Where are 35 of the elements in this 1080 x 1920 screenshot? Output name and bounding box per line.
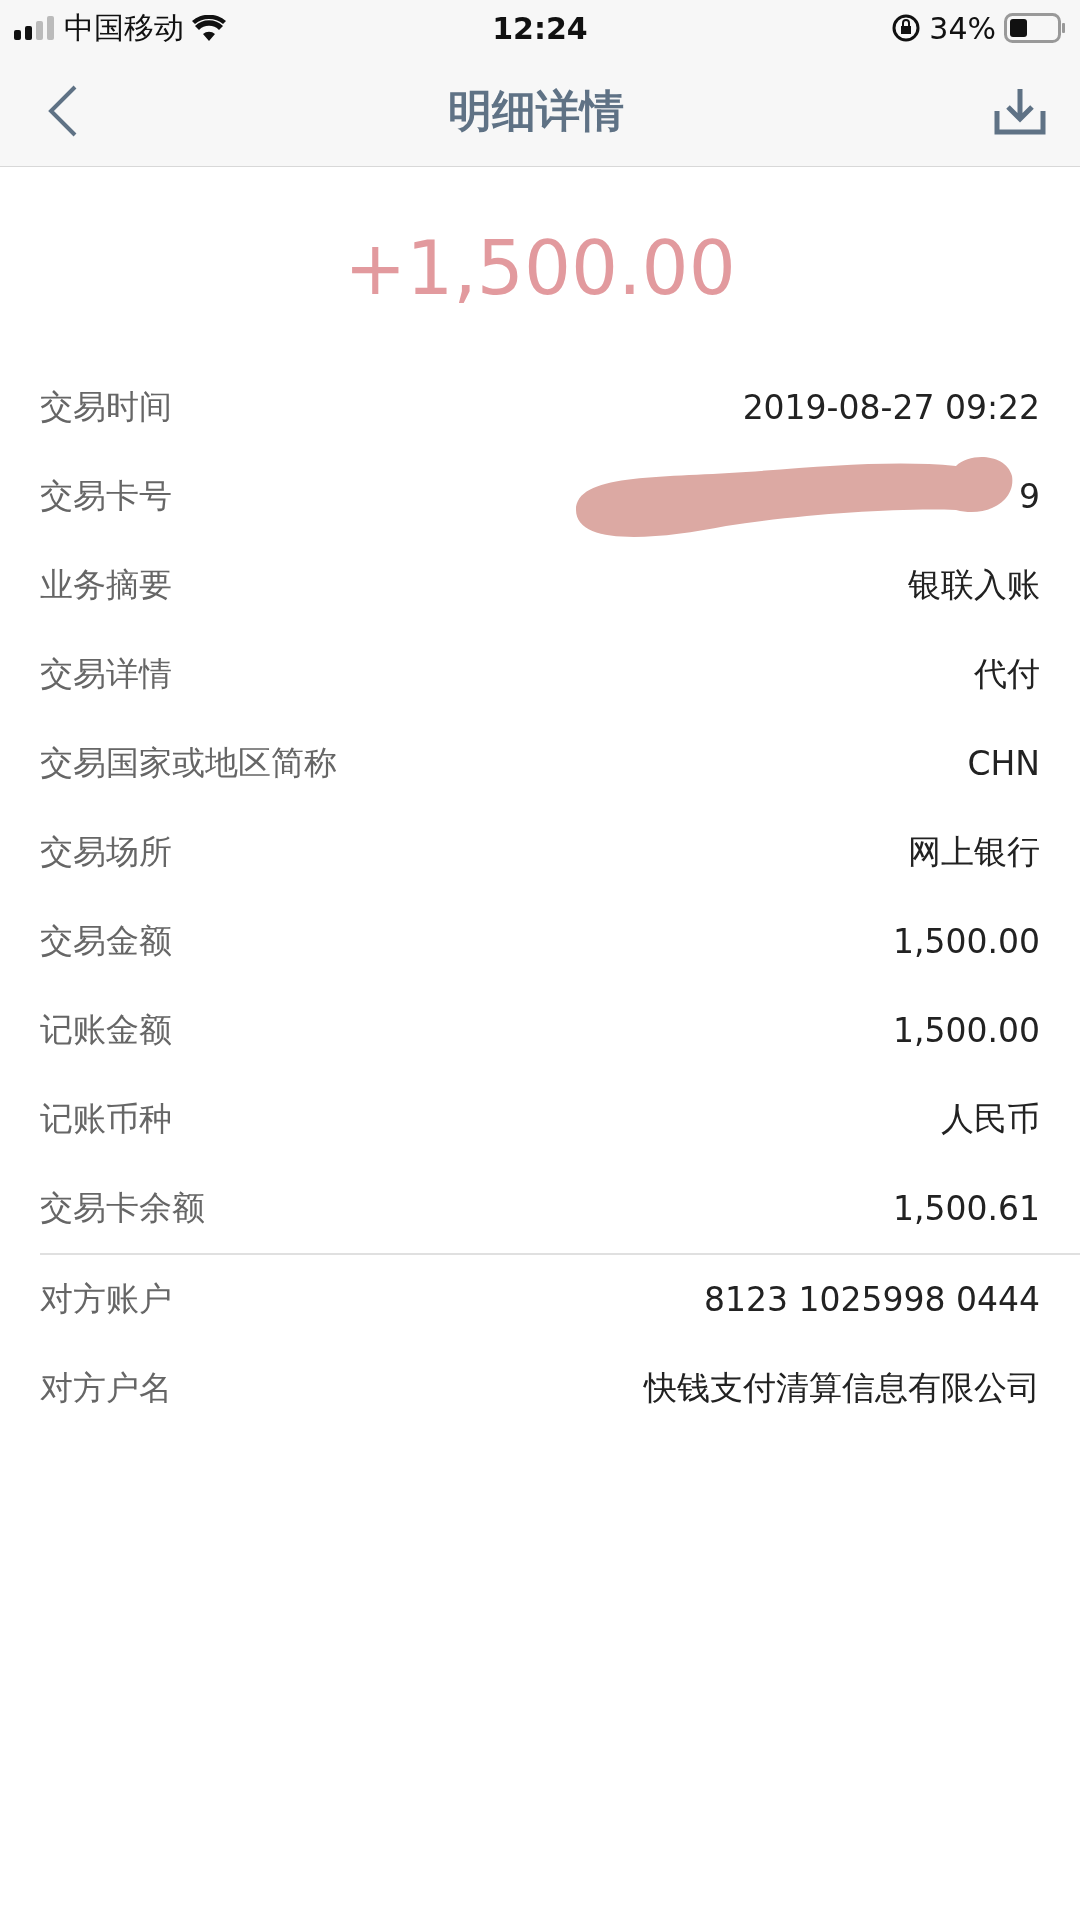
field-value: 人民币 bbox=[941, 1098, 1040, 1140]
field-label: 交易场所 bbox=[40, 831, 172, 873]
carrier-name: 中国移动 bbox=[64, 8, 184, 47]
field-value: 2019-08-27 09:22 bbox=[742, 388, 1040, 427]
rotation-lock-icon bbox=[891, 13, 922, 43]
field-label: 记账币种 bbox=[40, 1098, 172, 1140]
field-label: 交易时间 bbox=[40, 386, 172, 428]
field-value: 1,500.61 bbox=[893, 1189, 1040, 1228]
amount-text: +1,500.00 bbox=[343, 225, 737, 311]
field-label: 交易卡号 bbox=[40, 475, 172, 517]
field-value: 网上银行 bbox=[908, 831, 1040, 873]
field-label: 对方账户 bbox=[40, 1278, 172, 1320]
field-label: 记账金额 bbox=[40, 1009, 172, 1051]
battery-icon bbox=[1004, 13, 1066, 43]
field-value: CHN bbox=[967, 744, 1040, 783]
field-label: 交易国家或地区简称 bbox=[40, 742, 337, 784]
page-title: 明细详情 bbox=[448, 83, 624, 138]
clock-time: 12:24 bbox=[492, 10, 588, 46]
field-label: 交易详情 bbox=[40, 653, 172, 695]
field-label: 交易金额 bbox=[40, 920, 172, 962]
download-icon[interactable] bbox=[994, 87, 1046, 135]
wifi-icon bbox=[192, 15, 226, 41]
field-value: 1,500.00 bbox=[893, 922, 1040, 961]
field-value: 9 bbox=[1019, 477, 1040, 516]
field-value: 快钱支付清算信息有限公司 bbox=[644, 1367, 1040, 1409]
field-value: 代付 bbox=[974, 653, 1040, 695]
field-label: 业务摘要 bbox=[40, 564, 172, 606]
field-value: 1,500.00 bbox=[893, 1011, 1040, 1050]
battery-percent: 34% bbox=[929, 10, 996, 46]
field-value: 8123 1025998 0444 bbox=[704, 1280, 1040, 1319]
field-label: 交易卡余额 bbox=[40, 1187, 205, 1229]
field-label: 对方户名 bbox=[40, 1367, 172, 1409]
back-icon[interactable] bbox=[48, 85, 78, 137]
signal-icon bbox=[14, 16, 56, 40]
field-value: 银联入账 bbox=[908, 564, 1040, 606]
